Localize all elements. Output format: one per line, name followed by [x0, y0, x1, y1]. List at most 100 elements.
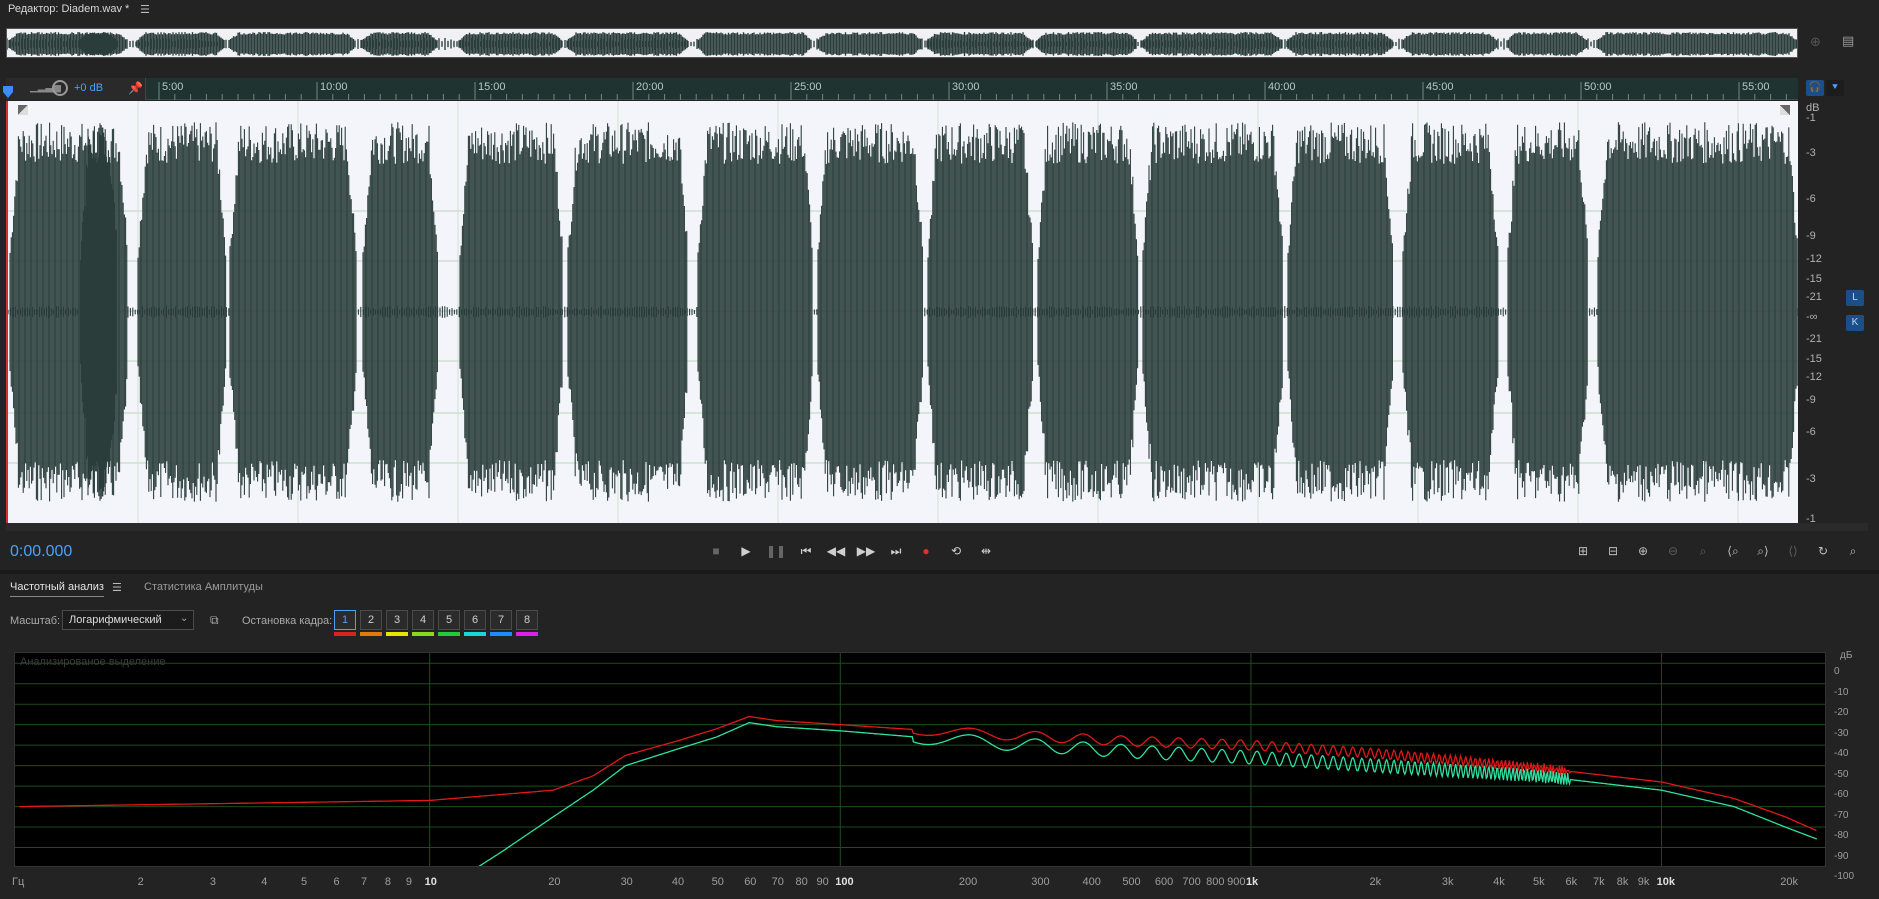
frequency-label: 800 [1206, 876, 1225, 888]
analysis-tabs: Частотный анализ ☰ Статистика Амплитуды [0, 574, 1879, 600]
pin-icon[interactable]: 📌 [128, 81, 143, 95]
frequency-label: 20 [548, 876, 561, 888]
tab-amplitude-statistics[interactable]: Статистика Амплитуды [144, 581, 263, 593]
zoom-in-time-icon[interactable]: ⊕ [1630, 540, 1656, 562]
hamburger-menu-icon[interactable]: ☰ [140, 3, 150, 16]
channel-right-toggle[interactable]: K [1846, 315, 1864, 331]
zoom-in-point-right-icon[interactable]: ⌕⟩ [1750, 540, 1776, 562]
zoom-out-amplitude-icon[interactable]: ⊟ [1600, 540, 1626, 562]
channel-left-toggle[interactable]: L [1846, 290, 1864, 306]
editor-title: Редактор: Diadem.wav * [8, 3, 130, 15]
frequency-label: 70 [771, 876, 784, 888]
zoom-in-point-left-icon[interactable]: ⟨⌕ [1720, 540, 1746, 562]
frequency-label: 700 [1182, 876, 1201, 888]
loop-icon[interactable]: ⟲ [945, 540, 967, 562]
db-label: -21 [1806, 291, 1822, 304]
freeze-frame-color-5 [438, 632, 460, 636]
freeze-frame-button-6[interactable]: 6 [464, 610, 486, 630]
frequency-label: 4k [1493, 876, 1505, 888]
spectrum-db-label: -60 [1834, 789, 1849, 801]
ruler-label: 20:00 [636, 81, 664, 93]
db-label: -12 [1806, 253, 1822, 266]
db-label: -6 [1806, 193, 1816, 206]
zoom-out-time-icon[interactable]: ⊖ [1660, 540, 1686, 562]
frequency-label: 8 [384, 876, 391, 888]
db-label: -9 [1806, 393, 1816, 406]
freeze-frame-button-5[interactable]: 5 [438, 610, 460, 630]
ruler-label: 10:00 [320, 81, 348, 93]
time-display: 0:00.000 [10, 543, 73, 560]
frequency-label: 7k [1592, 876, 1605, 888]
frequency-label: 9 [405, 876, 412, 888]
frequency-label: 90 [816, 876, 829, 888]
db-label: -9 [1806, 229, 1816, 242]
frequency-label: 40 [671, 876, 685, 888]
zoom-reset-icon[interactable]: ⌕ [1840, 540, 1866, 562]
frequency-label: 300 [1031, 876, 1050, 888]
freeze-frame-button-2[interactable]: 2 [360, 610, 382, 630]
spectrum-db-label: 0 [1834, 666, 1840, 678]
play-button[interactable]: ▶ [735, 540, 757, 562]
freeze-frame-button-1[interactable]: 1 [334, 610, 356, 630]
frequency-label: 900 [1227, 876, 1246, 888]
chevron-down-icon: ⌄ [180, 613, 189, 624]
headphones-icon[interactable]: 🎧 [1806, 80, 1824, 96]
frequency-label: 100 [835, 876, 854, 888]
panel-layout-icon[interactable]: ▤ [1842, 33, 1854, 49]
freeze-frame-button-3[interactable]: 3 [386, 610, 408, 630]
spectrum-graph [15, 653, 1825, 866]
frequency-label: 5k [1532, 876, 1545, 888]
tab-menu-icon[interactable]: ☰ [112, 581, 122, 594]
db-label: -3 [1806, 473, 1816, 486]
db-scale: dB -1 -3 -6 -9 -12 -15 -21 -∞ -21 -15 -12 -9 -6 -3 -1 [1800, 100, 1850, 525]
frequency-label: 6k [1565, 876, 1578, 888]
frequency-label: 4 [261, 876, 268, 888]
time-ruler[interactable]: 5:00 10:00 15:00 20:00 25:00 30:00 35:00 40:00 4… [6, 78, 1798, 100]
scale-dropdown[interactable]: Логарифмический [62, 610, 194, 630]
spectrum-db-label: -80 [1834, 830, 1849, 842]
spectrum-db-label: -40 [1834, 748, 1849, 760]
spectrum-db-label: -20 [1834, 707, 1849, 719]
freeze-frame-button-4[interactable]: 4 [412, 610, 434, 630]
fade-in-handle[interactable] [18, 105, 28, 115]
pause-button[interactable]: ❚❚ [765, 540, 787, 562]
frequency-label: 10 [424, 876, 437, 888]
volume-knob[interactable] [52, 80, 68, 96]
freeze-frame-button-7[interactable]: 7 [490, 610, 512, 630]
zoom-selection-icon[interactable]: ⌕ [1690, 540, 1716, 562]
zoom-full-icon[interactable]: ↻ [1810, 540, 1836, 562]
db-label: -21 [1806, 333, 1822, 346]
freeze-frame-button-8[interactable]: 8 [516, 610, 538, 630]
db-label: -15 [1806, 352, 1822, 365]
tab-frequency-analysis[interactable]: Частотный анализ [10, 581, 104, 597]
spectrum-db-unit: дБ [1840, 650, 1853, 661]
zoom-fit-icon[interactable]: ⟨⟩ [1780, 540, 1806, 562]
fade-out-handle[interactable] [1780, 105, 1790, 115]
marker-pin-icon[interactable]: ⯆ [1826, 80, 1844, 96]
frequency-label: 200 [958, 876, 978, 888]
zoom-in-amplitude-icon[interactable]: ⊞ [1570, 540, 1596, 562]
rewind-button[interactable]: ◀◀ [825, 540, 847, 562]
overview-waveform[interactable] [6, 28, 1798, 58]
spectrum-series-2 [478, 722, 1818, 866]
fast-forward-button[interactable]: ▶▶ [855, 540, 877, 562]
waveform-display[interactable] [6, 101, 1798, 523]
frequency-spectrum[interactable] [14, 652, 1826, 867]
freeze-frame-color-1 [334, 632, 356, 636]
crosshair-icon[interactable]: ⊕ [1810, 34, 1821, 50]
frequency-label: 7 [361, 876, 368, 888]
hud-gain-value[interactable]: +0 dB [74, 82, 103, 94]
skip-selection-icon[interactable]: ⇹ [975, 540, 997, 562]
stop-button[interactable]: ■ [705, 540, 727, 562]
db-label: -6 [1806, 426, 1816, 439]
horizontal-scrollbar[interactable] [6, 523, 1868, 531]
copy-icon[interactable]: ⧉ [210, 613, 219, 628]
record-button[interactable]: ● [915, 540, 937, 562]
spectrum-db-label: -50 [1834, 768, 1849, 780]
frequency-label: 50 [711, 876, 724, 888]
ruler-label: 15:00 [478, 81, 506, 93]
go-to-end-button[interactable]: ⏭ [885, 540, 907, 562]
frequency-label: 9k [1637, 876, 1650, 888]
go-to-start-button[interactable]: ⏮ [795, 540, 817, 562]
frequency-label: 80 [795, 876, 808, 888]
